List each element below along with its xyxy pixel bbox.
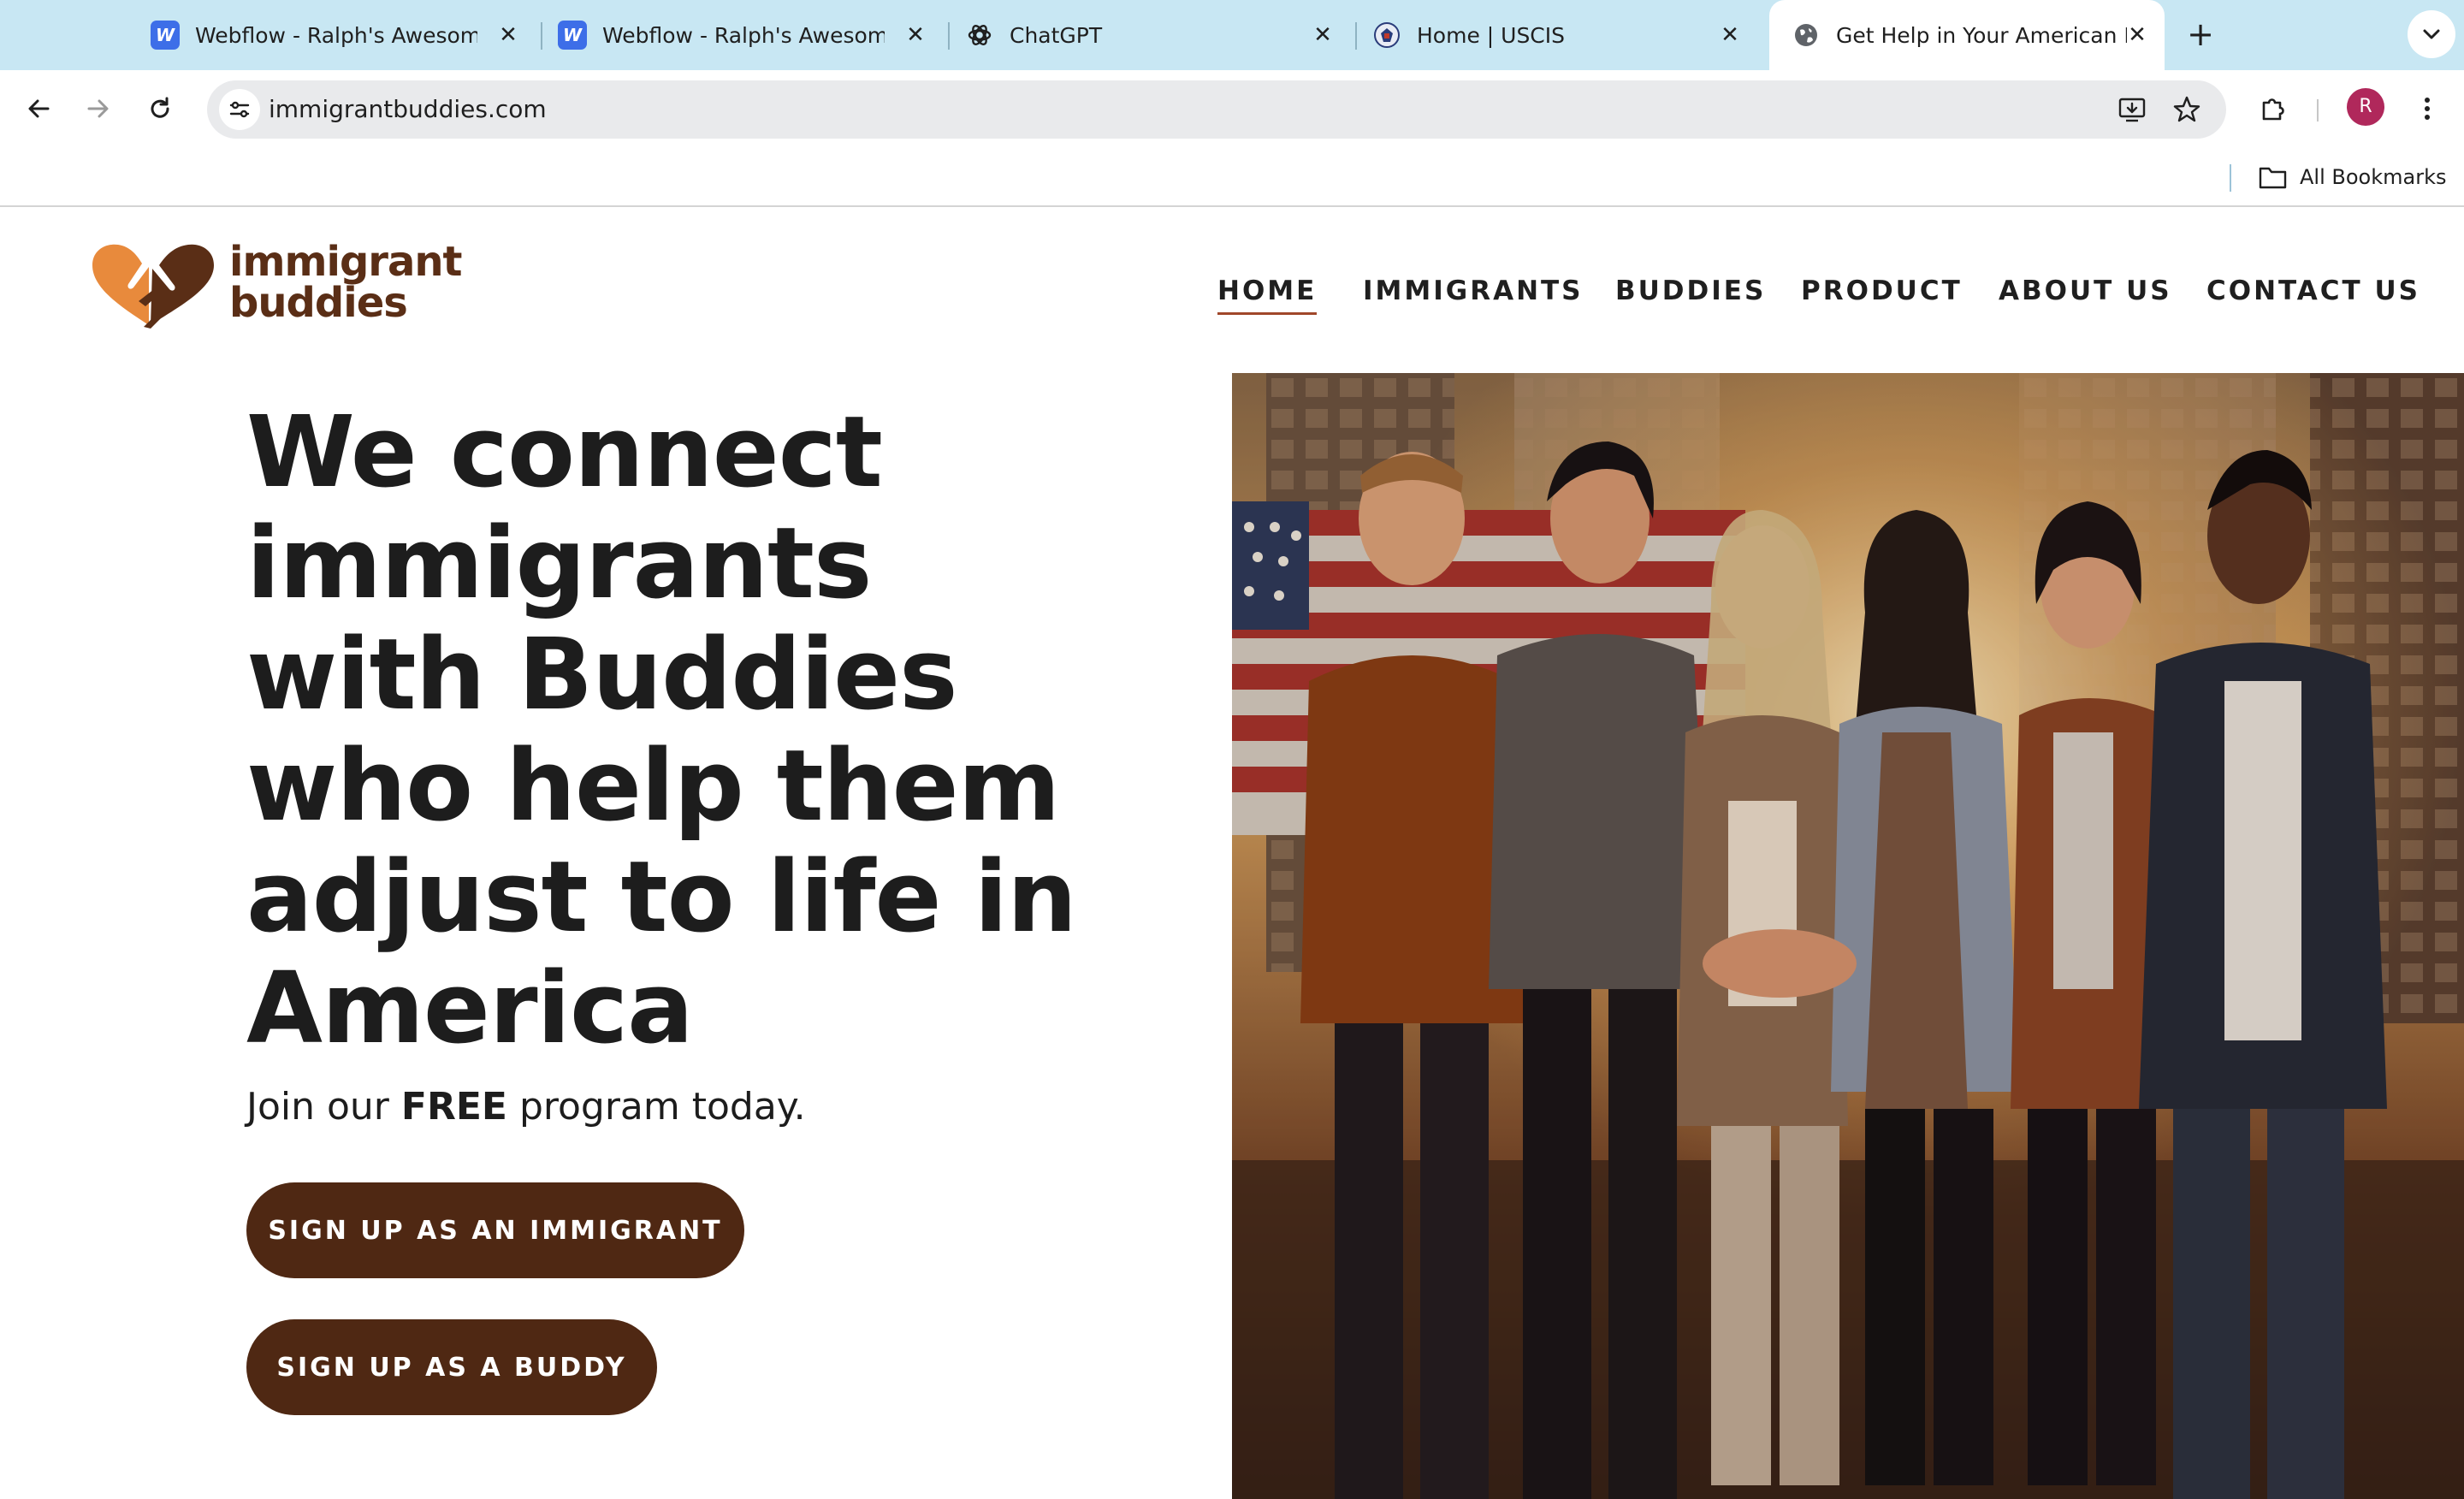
browser-toolbar: immigrantbuddies.com R: [0, 70, 2464, 147]
forward-button[interactable]: [77, 87, 120, 130]
browser-tab-active[interactable]: Get Help in Your American Immigration ✕: [1769, 0, 2165, 70]
all-bookmarks-button[interactable]: All Bookmarks: [2259, 159, 2446, 195]
browser-tab[interactable]: ChatGPT ✕: [943, 0, 1345, 70]
tab-title: Webflow - Ralph's Awesome Site: [602, 23, 885, 48]
nav-buddies[interactable]: BUDDIES: [1615, 276, 1766, 306]
tune-icon: [229, 101, 250, 118]
star-icon: [2173, 96, 2200, 122]
hero-tagline: Join our FREE program today.: [246, 1085, 806, 1129]
browser-tab[interactable]: W Webflow - Ralph's Awesome Site ✕: [536, 0, 938, 70]
headline-line: with Buddies: [246, 618, 958, 732]
globe-icon: [1792, 21, 1821, 50]
tab-search-button[interactable]: [2408, 10, 2455, 58]
headline-line: America: [246, 951, 694, 1066]
address-bar[interactable]: immigrantbuddies.com: [207, 80, 2226, 139]
browser-menu-button[interactable]: [2406, 87, 2449, 130]
all-bookmarks-label: All Bookmarks: [2300, 165, 2447, 189]
chevron-down-icon: [2423, 29, 2440, 39]
webflow-icon: W: [151, 21, 180, 50]
headline-line: immigrants: [246, 507, 872, 621]
toolbar-divider: [2317, 99, 2319, 121]
close-icon[interactable]: ✕: [1716, 21, 1744, 49]
tab-title: Get Help in Your American Immigration: [1836, 23, 2127, 48]
hero-image: [1232, 373, 2464, 1499]
more-vert-icon: [2425, 98, 2430, 120]
close-icon[interactable]: ✕: [1309, 21, 1336, 49]
logo-wordmark: immigrant buddies: [229, 238, 462, 327]
tagline-prefix: Join our: [246, 1085, 401, 1129]
webflow-icon: W: [558, 21, 587, 50]
bookmarks-bar: All Bookmarks: [0, 147, 2464, 207]
back-button[interactable]: [17, 87, 60, 130]
folder-icon: [2259, 167, 2287, 189]
nav-about-us[interactable]: ABOUT US: [1999, 276, 2172, 306]
profile-avatar[interactable]: R: [2347, 88, 2384, 126]
back-arrow-icon: [28, 99, 50, 118]
browser-tab[interactable]: Home | USCIS ✕: [1350, 0, 1752, 70]
headline-line: adjust to life in: [246, 840, 1077, 955]
browser-tab[interactable]: W Webflow - Ralph's Awesome Site ✕: [128, 0, 530, 70]
bookmark-star-button[interactable]: [2170, 92, 2204, 127]
headline-line: We connect: [246, 395, 883, 510]
logo-line-2: buddies: [229, 279, 408, 327]
forward-arrow-icon: [87, 99, 109, 118]
url-text[interactable]: immigrantbuddies.com: [269, 80, 547, 139]
nav-contact-us[interactable]: CONTACT US: [2206, 276, 2420, 306]
extensions-button[interactable]: [2252, 87, 2295, 130]
headline-line: who help them: [246, 729, 1060, 844]
bookmarks-divider: [2230, 164, 2231, 192]
browser-tab-strip: W Webflow - Ralph's Awesome Site ✕ W Web…: [0, 0, 2464, 70]
tab-title: Webflow - Ralph's Awesome Site: [195, 23, 477, 48]
signup-buddy-button[interactable]: SIGN UP AS A BUDDY: [246, 1319, 657, 1415]
install-icon: [2118, 98, 2146, 122]
reload-button[interactable]: [139, 87, 181, 130]
puzzle-icon: [2262, 98, 2284, 121]
close-icon[interactable]: ✕: [2123, 21, 2151, 49]
web-page: immigrant buddies HOME IMMIGRANTS BUDDIE…: [0, 209, 2464, 1499]
install-app-button[interactable]: [2115, 92, 2149, 127]
new-tab-button[interactable]: +: [2182, 15, 2219, 53]
logo-line-1: immigrant: [229, 238, 462, 286]
reload-icon: [151, 97, 169, 118]
tagline-suffix: program today.: [506, 1085, 806, 1129]
heart-hands-logo-icon: [92, 244, 214, 329]
tagline-free: FREE: [400, 1085, 507, 1129]
close-icon[interactable]: ✕: [495, 21, 522, 49]
uscis-seal-icon: [1372, 21, 1401, 50]
chatgpt-icon: [965, 21, 994, 50]
signup-immigrant-button[interactable]: SIGN UP AS AN IMMIGRANT: [246, 1182, 744, 1278]
close-icon[interactable]: ✕: [902, 21, 929, 49]
tab-title: Home | USCIS: [1417, 23, 1566, 48]
site-info-button[interactable]: [219, 89, 260, 130]
nav-home[interactable]: HOME: [1217, 276, 1318, 315]
site-logo[interactable]: immigrant buddies: [89, 241, 462, 335]
hero-headline: We connect immigrants with Buddies who h…: [246, 397, 1153, 1064]
nav-product[interactable]: PRODUCT: [1801, 276, 1963, 306]
nav-immigrants[interactable]: IMMIGRANTS: [1363, 276, 1584, 306]
tab-title: ChatGPT: [1010, 23, 1103, 48]
